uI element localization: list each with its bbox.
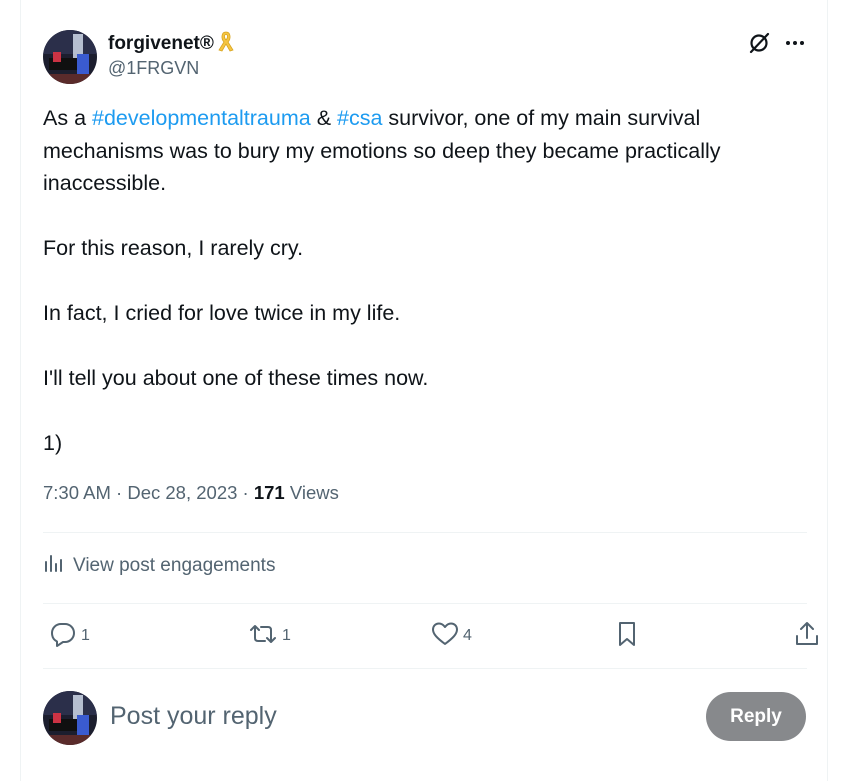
repost-count: 1 [282,627,291,644]
tweet-paragraph-4: I'll tell you about one of these times n… [43,366,429,390]
views-label: Views [284,482,339,503]
tweet-text-part-2: & [310,106,338,130]
author-display-name[interactable]: forgivenet® [108,30,235,58]
my-avatar[interactable] [43,691,97,745]
divider-top [43,532,807,533]
tweet-paragraph-2: For this reason, I rarely cry. [43,236,304,260]
view-engagements-link[interactable]: View post engagements [43,552,275,580]
hashtag-link-csa[interactable]: #csa [337,106,382,130]
reply-button[interactable]: 1 [49,618,90,654]
divider-middle [43,603,807,604]
tweet-text: As a #developmentaltrauma & #csa survivo… [43,102,813,460]
like-icon [431,620,459,653]
view-engagements-label: View post engagements [73,555,276,576]
meta-separator-1: · [110,482,128,503]
tweet-date[interactable]: Dec 28, 2023 [127,482,237,503]
analytics-icon [43,552,65,580]
bookmark-button[interactable] [614,618,640,654]
tweet-paragraph-1: As a #developmentaltrauma & #csa survivo… [43,102,813,200]
grok-icon[interactable] [746,30,772,56]
reply-input[interactable] [110,696,670,736]
action-bar: 1 1 4 [43,618,818,654]
divider-bottom [43,668,807,669]
tweet-meta: 7:30 AM · Dec 28, 2023 · 171 Views [43,482,339,504]
like-count: 4 [463,627,472,644]
tweet-text-part-1: As a [43,106,92,130]
author-name-text: forgivenet® [108,33,214,54]
like-button[interactable]: 4 [431,618,472,654]
author-avatar[interactable] [43,30,97,84]
more-icon[interactable] [782,30,808,56]
tweet-time[interactable]: 7:30 AM [43,482,111,503]
tweet-card: forgivenet® @1FRGVN As a #developmentalt… [20,0,828,781]
yellow-ribbon-icon [217,30,235,58]
reply-submit-button[interactable]: Reply [706,692,806,741]
reply-icon [49,620,77,653]
meta-separator-2: · [237,482,254,503]
bookmark-icon [614,620,640,653]
views-count: 171 [253,482,285,503]
author-handle[interactable]: @1FRGVN [108,58,199,79]
tweet-paragraph-3: In fact, I cried for love twice in my li… [43,301,401,325]
share-button[interactable] [793,618,821,654]
share-icon [793,620,821,653]
hashtag-link-developmentaltrauma[interactable]: #developmentaltrauma [92,106,311,130]
repost-button[interactable]: 1 [248,618,291,654]
reply-count: 1 [81,627,90,644]
repost-icon [248,620,278,653]
tweet-paragraph-5: 1) [43,431,63,455]
